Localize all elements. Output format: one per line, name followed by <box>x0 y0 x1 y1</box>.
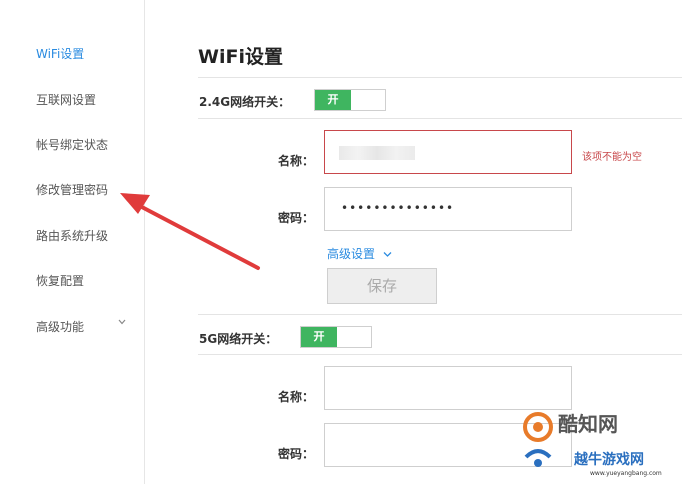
watermark-url: www.yueyangbang.com <box>590 470 662 477</box>
watermark-brand: 酷知网 <box>558 412 618 436</box>
watermark-brand-secondary: 越牛游戏网 <box>574 452 644 468</box>
watermark-logo-icon <box>523 412 553 467</box>
